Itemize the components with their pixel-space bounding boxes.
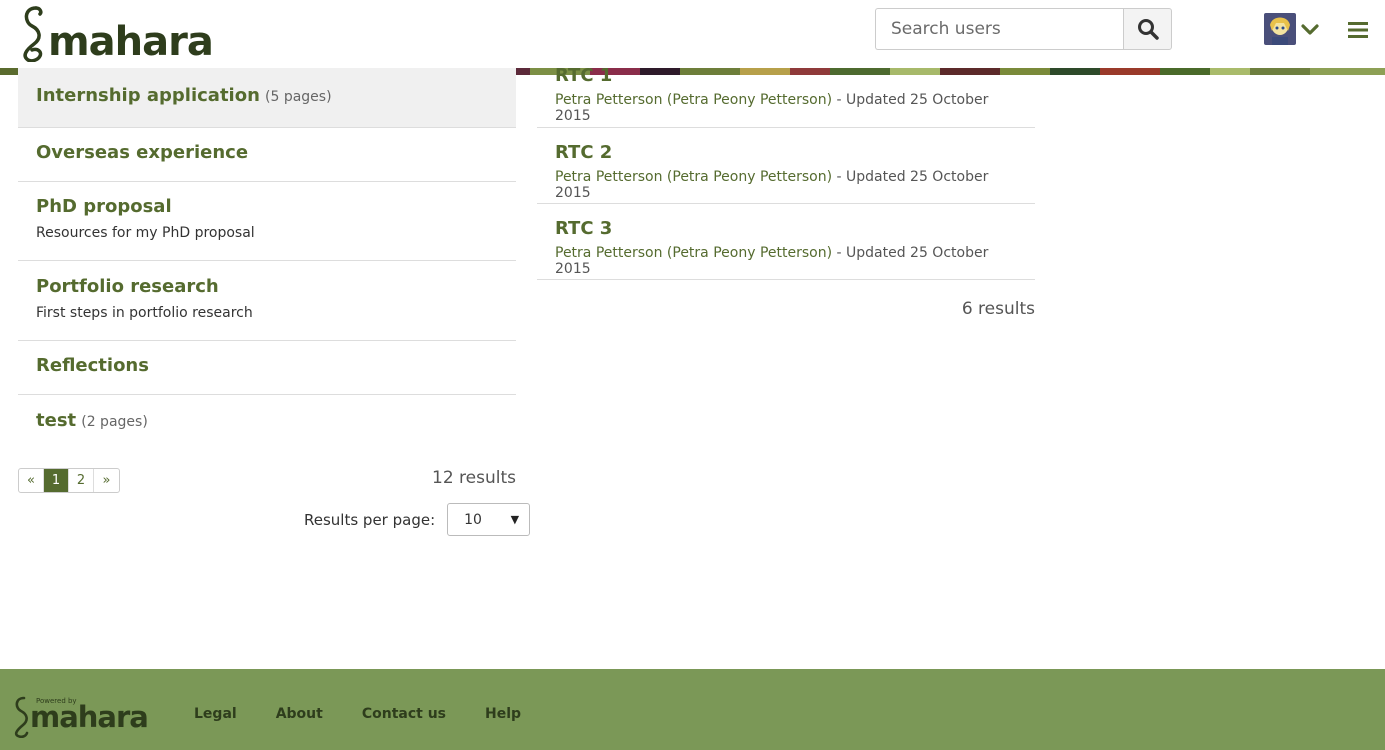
avatar[interactable] — [1264, 13, 1296, 45]
list-item[interactable]: RTC 3 Petra Petterson (Petra Peony Pette… — [537, 204, 1035, 280]
logo-wordmark: mahara — [48, 19, 214, 65]
page-title[interactable]: RTC 1 — [555, 68, 1017, 86]
pages-results-count: 6 results — [961, 299, 1035, 319]
list-item[interactable]: RTC 2 Petra Petterson (Petra Peony Pette… — [537, 128, 1035, 204]
page-owner-link[interactable]: Petra Petterson (Petra Peony Petterson) — [555, 245, 832, 261]
collection-description: First steps in portfolio research — [36, 305, 253, 321]
list-item[interactable]: Overseas experience — [18, 128, 516, 182]
page-meta: Petra Petterson (Petra Peony Petterson) … — [555, 92, 1017, 124]
footer-wordmark: mahara — [30, 700, 149, 734]
caret-down-icon: ▼ — [510, 513, 520, 526]
footer-link-about[interactable]: About — [276, 706, 323, 722]
page-owner-link[interactable]: Petra Petterson (Petra Peony Petterson) — [555, 169, 832, 185]
pagination: « 1 2 » — [18, 468, 120, 493]
user-search — [875, 8, 1172, 50]
collection-title[interactable]: Portfolio research — [36, 276, 498, 297]
list-item[interactable]: Internship application (5 pages) — [18, 68, 516, 128]
page-title[interactable]: RTC 3 — [555, 218, 1017, 239]
footer-nav: Legal About Contact us Help — [194, 706, 560, 722]
list-item[interactable]: Portfolio research First steps in portfo… — [18, 261, 516, 341]
collection-title[interactable]: Internship application — [36, 85, 260, 106]
hamburger-menu-icon[interactable] — [1346, 18, 1370, 42]
footer-link-contact[interactable]: Contact us — [362, 706, 446, 722]
footer-link-legal[interactable]: Legal — [194, 706, 237, 722]
results-per-page-select[interactable]: 10 ▼ — [447, 503, 531, 536]
pagination-page-2[interactable]: 2 — [69, 469, 94, 492]
user-avatar-image — [1264, 13, 1296, 45]
page-meta: Petra Petterson (Petra Peony Petterson) … — [555, 245, 1017, 277]
page-count: (5 pages) — [265, 89, 332, 105]
pagination-prev[interactable]: « — [19, 469, 44, 492]
results-per-page-value: 10 — [464, 511, 482, 528]
search-button[interactable] — [1123, 8, 1172, 50]
page-count: (2 pages) — [81, 414, 148, 430]
collection-title[interactable]: Reflections — [36, 355, 149, 376]
footer-link-help[interactable]: Help — [485, 706, 521, 722]
collections-results-count: 12 results — [432, 468, 516, 488]
results-per-page-label: Results per page: — [304, 510, 436, 529]
collection-title[interactable]: test — [36, 410, 76, 431]
search-icon — [1137, 19, 1159, 40]
collection-title[interactable]: PhD proposal — [36, 196, 498, 217]
results-per-page: Results per page: 10 ▼ — [304, 503, 531, 536]
pagination-next[interactable]: » — [94, 469, 119, 492]
chevron-down-icon[interactable] — [1300, 20, 1320, 40]
page-meta: Petra Petterson (Petra Peony Petterson) … — [555, 169, 1017, 201]
site-header: mahara — [0, 0, 1385, 68]
pages-list: RTC 1 Petra Petterson (Petra Peony Pette… — [537, 68, 1035, 280]
mahara-logo-icon — [23, 6, 43, 62]
list-item[interactable]: RTC 1 Petra Petterson (Petra Peony Pette… — [537, 68, 1035, 128]
collections-list: Internship application (5 pages) Oversea… — [18, 68, 516, 449]
page-title[interactable]: RTC 2 — [555, 142, 1017, 163]
mahara-logo[interactable]: mahara — [18, 4, 214, 65]
list-item[interactable]: test (2 pages) — [18, 395, 516, 449]
search-input[interactable] — [875, 8, 1123, 50]
list-item[interactable]: Reflections — [18, 341, 516, 395]
page-owner-link[interactable]: Petra Petterson (Petra Peony Petterson) — [555, 92, 832, 108]
list-item[interactable]: PhD proposal Resources for my PhD propos… — [18, 182, 516, 261]
pagination-page-1[interactable]: 1 — [44, 469, 69, 492]
collection-title[interactable]: Overseas experience — [36, 142, 248, 163]
collection-description: Resources for my PhD proposal — [36, 225, 255, 241]
